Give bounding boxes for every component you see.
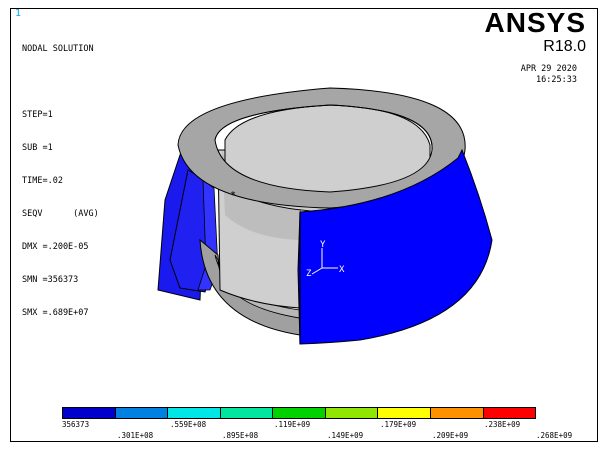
legend-label: .301E+08 <box>117 431 154 440</box>
legend-color-segment <box>220 408 274 418</box>
model-view[interactable]: * Y Z X <box>0 0 608 454</box>
legend-color-segment <box>168 408 221 418</box>
legend-color-segment <box>273 408 326 418</box>
legend-label: .895E+08 <box>222 431 259 440</box>
legend-label: 356373 <box>62 420 90 429</box>
legend-color-segment <box>63 408 116 418</box>
triad-x-label: X <box>339 265 345 275</box>
contour-legend-labels: 356373 .301E+08 .559E+08 .895E+08 .119E+… <box>0 420 608 442</box>
legend-color-segment <box>378 408 431 418</box>
legend-label: .179E+09 <box>380 420 417 429</box>
contour-legend-bar <box>62 407 536 419</box>
legend-color-segment <box>483 408 536 418</box>
node-marker: * <box>230 190 236 201</box>
legend-label: .268E+09 <box>536 431 573 440</box>
legend-label: .559E+08 <box>170 420 207 429</box>
legend-color-segment <box>325 408 379 418</box>
legend-label: .209E+09 <box>432 431 469 440</box>
legend-color-segment <box>115 408 169 418</box>
legend-label: .149E+09 <box>327 431 364 440</box>
legend-label: .238E+09 <box>484 420 521 429</box>
triad-y-label: Y <box>320 240 326 250</box>
legend-label: .119E+09 <box>274 420 311 429</box>
legend-color-segment <box>430 408 484 418</box>
triad-z-label: Z <box>306 269 312 279</box>
